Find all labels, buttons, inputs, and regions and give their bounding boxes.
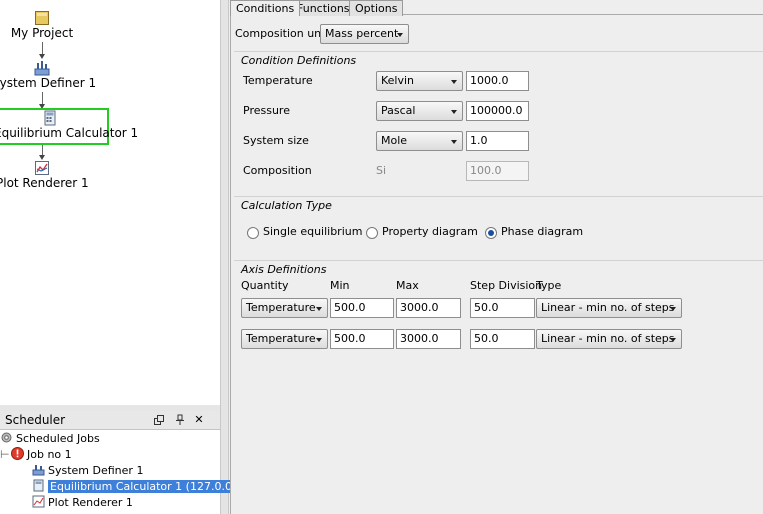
job-item-label: System Definer 1 [48, 464, 144, 477]
chevron-down-icon [397, 33, 403, 37]
conditions-panel: Composition unit Mass percent Condition … [230, 16, 763, 514]
tree-node-plot-renderer[interactable]: Plot Renderer 1 [0, 160, 89, 190]
scheduled-jobs-label: Scheduled Jobs [16, 432, 100, 445]
radio-phase-diagram[interactable] [485, 227, 497, 239]
close-icon[interactable]: ✕ [193, 414, 205, 426]
system-definer-icon [34, 61, 50, 76]
job-item-system-definer[interactable]: System Definer 1 [32, 463, 143, 479]
error-icon [11, 447, 24, 460]
axis2-type-dropdown[interactable]: Linear - min no. of steps [536, 329, 682, 349]
tree-line-icon: ⊢ [0, 448, 10, 461]
job-item-label: Equilibrium Calculator 1 (127.0.0.1 [48, 480, 245, 493]
job-item-label: Plot Renderer 1 [48, 496, 133, 509]
pressure-unit-value: Pascal [381, 104, 416, 117]
tree-node-label: System Definer 1 [0, 76, 97, 90]
condition-definitions-title: Condition Definitions [241, 54, 357, 67]
axis1-max-input[interactable]: 3000.0 [396, 298, 461, 318]
composition-label: Composition [243, 164, 312, 177]
calculator-icon [33, 479, 44, 492]
quantity-header: Quantity [241, 279, 289, 292]
chevron-down-icon [316, 338, 322, 342]
temperature-unit-dropdown[interactable]: Kelvin [376, 71, 463, 91]
chevron-down-icon [670, 338, 676, 342]
max-header: Max [396, 279, 419, 292]
axis2-quantity-dropdown[interactable]: Temperature [241, 329, 328, 349]
scheduler-title: Scheduler [5, 413, 66, 427]
tab-options[interactable]: Options [349, 0, 404, 16]
calculation-type-title: Calculation Type [241, 199, 332, 212]
axis1-quantity-value: Temperature [246, 301, 316, 314]
chevron-down-icon [451, 140, 457, 144]
composition-unit-label: Composition unit [235, 27, 329, 40]
job-item-equilibrium-calculator[interactable]: Equilibrium Calculator 1 (127.0.0.1 [32, 479, 245, 495]
chevron-down-icon [451, 80, 457, 84]
system-size-label: System size [243, 134, 309, 147]
job-label: Job no 1 [27, 448, 72, 461]
pressure-input[interactable]: 100000.0 [466, 101, 529, 121]
pin-icon[interactable] [174, 414, 186, 426]
chevron-down-icon [670, 307, 676, 311]
tree-node-label: Equilibrium Calculator 1 [0, 126, 139, 140]
axis2-quantity-value: Temperature [246, 332, 316, 345]
composition-element: Si [376, 164, 387, 177]
radio-single-equilibrium[interactable] [247, 227, 259, 239]
system-size-input[interactable]: 1.0 [466, 131, 529, 151]
job-row[interactable]: ⊢ Job no 1 [0, 447, 72, 463]
composition-input: 100.0 [466, 161, 529, 181]
system-size-unit-value: Mole [381, 134, 408, 147]
axis-definitions-title: Axis Definitions [241, 263, 327, 276]
tab-conditions[interactable]: Conditions [230, 0, 301, 16]
chevron-down-icon [316, 307, 322, 311]
temperature-label: Temperature [243, 74, 313, 87]
scheduled-jobs-root[interactable]: Scheduled Jobs [0, 431, 100, 447]
phase-diagram-label[interactable]: Phase diagram [501, 225, 583, 238]
gear-icon [1, 432, 12, 443]
scheduler-header: Scheduler ✕ [0, 411, 220, 430]
axis1-type-dropdown[interactable]: Linear - min no. of steps [536, 298, 682, 318]
pressure-label: Pressure [243, 104, 290, 117]
axis2-step-input[interactable]: 50.0 [470, 329, 535, 349]
system-size-unit-dropdown[interactable]: Mole [376, 131, 463, 151]
tree-node-system-definer[interactable]: System Definer 1 [0, 60, 96, 90]
tree-connector-arrow [39, 54, 45, 59]
tree-node-label: My Project [10, 26, 74, 40]
vertical-splitter[interactable] [220, 0, 229, 514]
single-equilibrium-label[interactable]: Single equilibrium [263, 225, 362, 238]
axis2-max-input[interactable]: 3000.0 [396, 329, 461, 349]
axis1-quantity-dropdown[interactable]: Temperature [241, 298, 328, 318]
plot-renderer-icon [35, 161, 49, 175]
calculator-editor: Conditions Functions Options Composition… [230, 0, 763, 514]
system-definer-icon [32, 465, 45, 476]
temperature-input[interactable]: 1000.0 [466, 71, 529, 91]
axis1-min-input[interactable]: 500.0 [330, 298, 394, 318]
axis2-type-value: Linear - min no. of steps [541, 332, 675, 345]
tree-node-label: Plot Renderer 1 [0, 176, 89, 190]
axis1-type-value: Linear - min no. of steps [541, 301, 675, 314]
restore-icon[interactable] [153, 414, 165, 426]
tree-node-my-project[interactable]: My Project [0, 10, 84, 40]
composition-unit-dropdown[interactable]: Mass percent [320, 24, 409, 44]
scheduler-panel: Scheduler ✕ Scheduled Jobs ⊢ Job no 1 Sy… [0, 411, 245, 514]
job-item-plot-renderer[interactable]: Plot Renderer 1 [32, 495, 133, 511]
project-tree: My Project System Definer 1 Equilibrium … [0, 0, 220, 405]
tree-node-equilibrium-calculator[interactable]: Equilibrium Calculator 1 [0, 110, 138, 140]
pressure-unit-dropdown[interactable]: Pascal [376, 101, 463, 121]
type-header: Type [536, 279, 562, 292]
property-diagram-label[interactable]: Property diagram [382, 225, 478, 238]
axis1-step-input[interactable]: 50.0 [470, 298, 535, 318]
min-header: Min [330, 279, 350, 292]
radio-property-diagram[interactable] [366, 227, 378, 239]
chevron-down-icon [451, 110, 457, 114]
axis2-min-input[interactable]: 500.0 [330, 329, 394, 349]
project-folder-icon [35, 11, 49, 25]
tab-functions[interactable]: Functions [291, 0, 356, 16]
tab-bar: Conditions Functions Options [230, 0, 763, 16]
composition-unit-value: Mass percent [325, 27, 399, 40]
calculator-icon [44, 110, 56, 126]
plot-renderer-icon [32, 495, 45, 508]
step-division-header: Step Division [470, 279, 543, 292]
temperature-unit-value: Kelvin [381, 74, 415, 87]
